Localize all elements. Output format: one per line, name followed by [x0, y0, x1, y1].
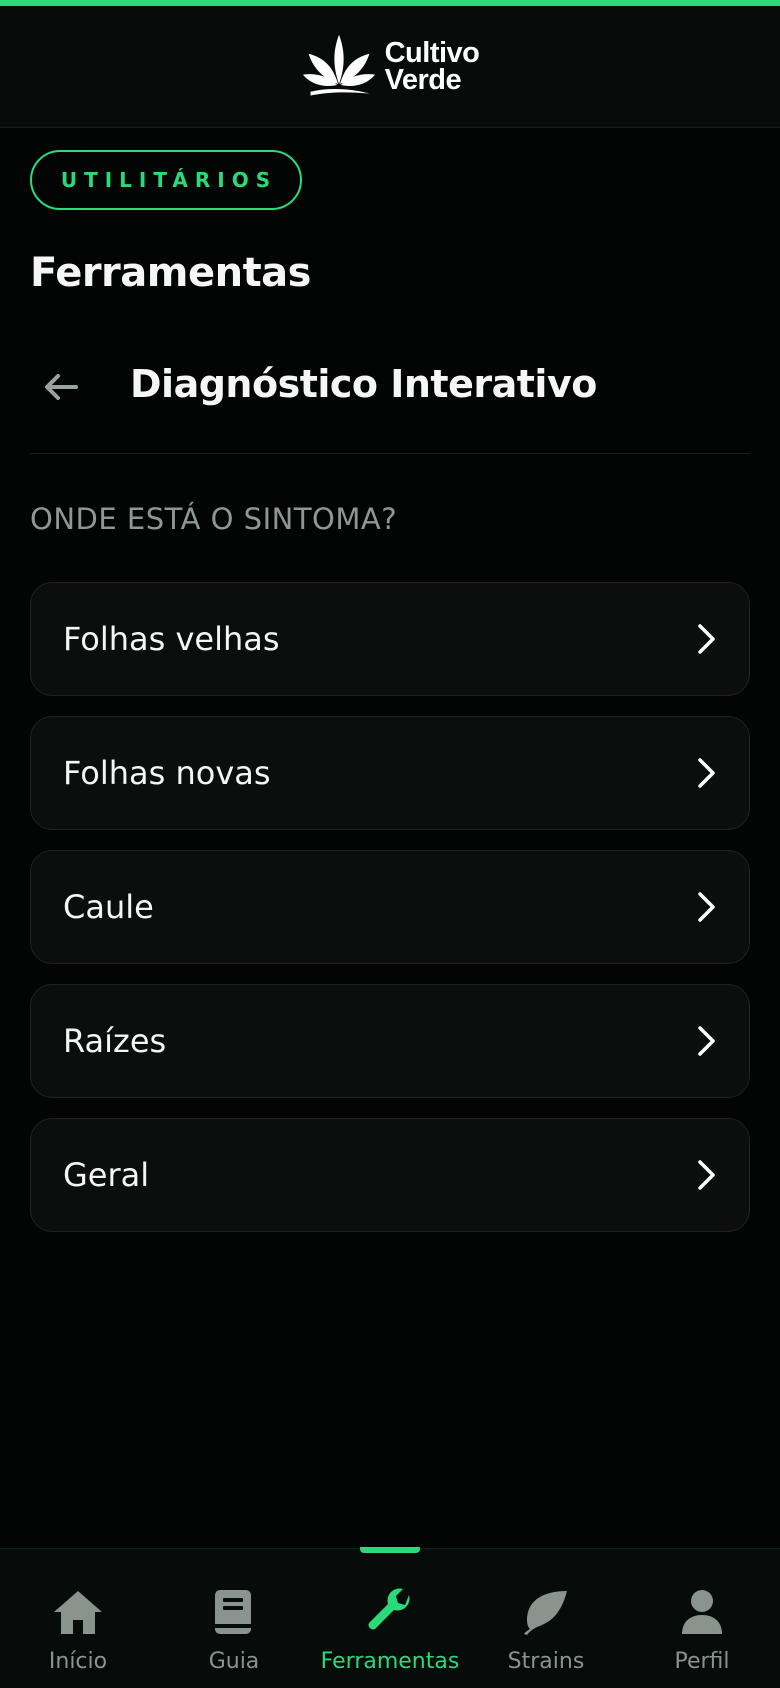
person-icon [675, 1585, 729, 1639]
nav-label: Guia [208, 1649, 260, 1674]
option-label: Folhas novas [63, 754, 271, 792]
symptom-options-list: Folhas velhas Folhas novas Caule Raízes … [30, 582, 750, 1252]
nav-item-ferramentas[interactable]: Ferramentas [312, 1547, 468, 1688]
book-icon [207, 1585, 261, 1639]
question-label: ONDE ESTÁ O SINTOMA? [30, 502, 398, 536]
brand-line-2: Verde [384, 63, 462, 96]
brand-logo[interactable]: Cultivo Verde [301, 29, 480, 105]
option-label: Geral [63, 1156, 150, 1194]
arrow-left-icon [45, 374, 78, 400]
active-indicator [360, 1547, 420, 1553]
section-pill: UTILITÁRIOS [30, 150, 302, 210]
nav-label: Ferramentas [320, 1649, 460, 1674]
option-folhas-novas[interactable]: Folhas novas [30, 716, 750, 830]
option-label: Raízes [63, 1022, 167, 1060]
tool-header: Diagnóstico Interativo [30, 350, 750, 454]
option-label: Folhas velhas [63, 620, 280, 658]
leaf-icon [519, 1585, 573, 1639]
nav-item-strains[interactable]: Strains [468, 1549, 624, 1688]
nav-item-perfil[interactable]: Perfil [624, 1549, 780, 1688]
page-title: Ferramentas [30, 250, 311, 296]
tool-title: Diagnóstico Interativo [130, 362, 597, 406]
chevron-right-icon [698, 892, 715, 922]
chevron-right-icon [698, 758, 715, 788]
chevron-right-icon [698, 624, 715, 654]
app-header: Cultivo Verde [0, 0, 780, 128]
chevron-right-icon [698, 1160, 715, 1190]
nav-item-guia[interactable]: Guia [156, 1549, 312, 1688]
option-raizes[interactable]: Raízes [30, 984, 750, 1098]
bottom-navigation: Início Guia Ferramentas Strains Perfil [0, 1547, 780, 1688]
nav-label: Início [48, 1649, 108, 1674]
brand-line-1: Cultivo [384, 36, 480, 69]
nav-label: Perfil [674, 1649, 730, 1674]
option-folhas-velhas[interactable]: Folhas velhas [30, 582, 750, 696]
brand-name: Cultivo Verde [384, 36, 480, 96]
app-root: Cultivo Verde UTILITÁRIOS Ferramentas Di… [0, 0, 780, 1688]
option-geral[interactable]: Geral [30, 1118, 750, 1232]
option-caule[interactable]: Caule [30, 850, 750, 964]
home-icon [51, 1585, 105, 1639]
nav-item-inicio[interactable]: Início [0, 1549, 156, 1688]
back-button[interactable] [34, 360, 88, 414]
chevron-right-icon [698, 1026, 715, 1056]
nav-label: Strains [507, 1649, 585, 1674]
wrench-icon [363, 1585, 417, 1639]
option-label: Caule [63, 888, 154, 926]
cannabis-leaf-icon [302, 34, 375, 95]
